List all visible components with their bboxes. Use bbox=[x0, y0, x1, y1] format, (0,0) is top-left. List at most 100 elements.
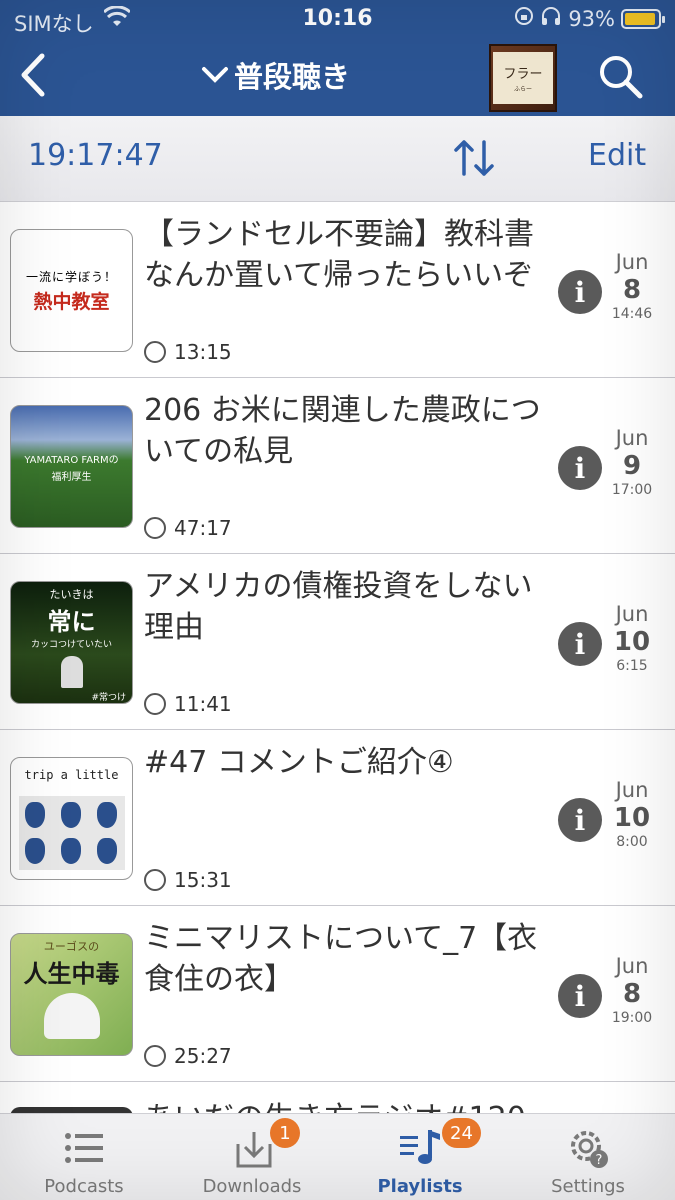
date-time: 8:00 bbox=[616, 834, 648, 850]
duration-text: 47:17 bbox=[174, 516, 232, 540]
date-time: 14:46 bbox=[611, 306, 653, 322]
artwork-line1: たいきは bbox=[49, 588, 94, 601]
episode-date: Jun 9 17:00 bbox=[604, 426, 660, 498]
top-bar: SIMなし 10:16 93% 普段聴き フラー ふらー bbox=[0, 0, 675, 116]
sort-icon bbox=[454, 140, 494, 176]
date-day: 8 bbox=[622, 979, 642, 1009]
episode-title: アメリカの債権投資をしない理由 bbox=[144, 569, 533, 645]
artwork-line1: YAMATARO FARMの bbox=[24, 454, 119, 466]
episode-duration: 47:17 bbox=[144, 516, 232, 540]
episode-list: 一流に学ぼう！ 熱中教室 【ランドセル不要論】教科書なんか置いて帰ったらいいぞ … bbox=[0, 202, 675, 1082]
tab-playlists[interactable]: 24 Playlists bbox=[336, 1114, 504, 1200]
date-month: Jun bbox=[615, 778, 649, 802]
date-day: 10 bbox=[613, 803, 651, 833]
episode-artwork: 一流に学ぼう！ 熱中教室 bbox=[10, 229, 133, 352]
episode-title: #47 コメントご紹介④ bbox=[144, 745, 454, 780]
artwork-pattern bbox=[18, 796, 125, 870]
episode-row[interactable]: trip a little #47 コメントご紹介④ 15:31 i Jun 1… bbox=[0, 730, 675, 906]
episode-date: Jun 8 14:46 bbox=[604, 250, 660, 322]
playlist-icon bbox=[398, 1126, 442, 1170]
date-month: Jun bbox=[615, 426, 649, 450]
sort-button[interactable] bbox=[452, 138, 496, 178]
episode-duration: 13:15 bbox=[144, 340, 232, 364]
svg-text:?: ? bbox=[596, 1153, 603, 1168]
tab-podcasts[interactable]: Podcasts bbox=[0, 1114, 168, 1200]
played-status-icon[interactable] bbox=[144, 693, 166, 715]
played-status-icon[interactable] bbox=[144, 1045, 166, 1067]
episode-title: あいだの生き方ラジオ#120 bbox=[144, 1093, 526, 1113]
info-icon[interactable]: i bbox=[558, 798, 602, 842]
edit-button[interactable]: Edit bbox=[588, 138, 646, 173]
page-title: 普段聴き bbox=[234, 60, 351, 94]
gear-icon: ? bbox=[566, 1126, 610, 1170]
info-icon[interactable]: i bbox=[558, 270, 602, 314]
episode-row[interactable]: 一流に学ぼう！ 熱中教室 【ランドセル不要論】教科書なんか置いて帰ったらいいぞ … bbox=[0, 202, 675, 378]
artwork-title: フラー bbox=[503, 67, 543, 82]
artwork-line1: trip a little bbox=[24, 768, 119, 782]
played-status-icon[interactable] bbox=[144, 517, 166, 539]
info-icon[interactable]: i bbox=[558, 622, 602, 666]
date-day: 8 bbox=[622, 275, 642, 305]
episode-artwork: trip a little bbox=[10, 757, 133, 880]
episode-title: 【ランドセル不要論】教科書なんか置いて帰ったらいいぞ bbox=[144, 217, 534, 293]
episode-duration: 11:41 bbox=[144, 692, 232, 716]
nav-bar: 普段聴き フラー ふらー bbox=[0, 38, 675, 116]
date-time: 6:15 bbox=[616, 658, 648, 674]
search-icon bbox=[600, 56, 643, 99]
date-time: 19:00 bbox=[611, 1010, 653, 1026]
chevron-down-icon bbox=[202, 67, 228, 83]
episode-title: ミニマリストについて_7【衣食住の衣】 bbox=[144, 921, 538, 997]
status-bar: SIMなし 10:16 93% bbox=[0, 0, 675, 38]
episode-duration: 15:31 bbox=[144, 868, 232, 892]
tab-settings[interactable]: ? Settings bbox=[504, 1114, 672, 1200]
artwork-line1: ユーゴスの bbox=[43, 940, 100, 953]
episode-row[interactable]: たいきは 常に カッコつけていたい #常つけ アメリカの債権投資をしない理由 1… bbox=[0, 554, 675, 730]
episode-date: Jun 8 19:00 bbox=[604, 954, 660, 1026]
episode-row[interactable]: ユーゴスの 人生中毒 ミニマリストについて_7【衣食住の衣】 25:27 i J… bbox=[0, 906, 675, 1082]
played-status-icon[interactable] bbox=[144, 869, 166, 891]
tab-label: Downloads bbox=[202, 1176, 302, 1197]
playlist-selector[interactable]: 普段聴き bbox=[200, 54, 350, 96]
episode-date: Jun 10 8:00 bbox=[604, 778, 660, 850]
duration-text: 15:31 bbox=[174, 868, 232, 892]
date-time: 17:00 bbox=[611, 482, 653, 498]
episode-row-partial[interactable]: あいだの生き方ラジオ#120 bbox=[0, 1083, 675, 1113]
duration-text: 11:41 bbox=[174, 692, 232, 716]
tab-bar: Podcasts 1 Downloads 24 Playlists ? Sett… bbox=[0, 1113, 675, 1200]
back-button[interactable] bbox=[14, 50, 54, 100]
now-playing-artwork[interactable]: フラー ふらー bbox=[489, 44, 557, 112]
artwork-line2: 福利厚生 bbox=[51, 471, 92, 483]
episode-artwork: ユーゴスの 人生中毒 bbox=[10, 933, 133, 1056]
artwork-subtitle: ふらー bbox=[513, 86, 532, 93]
artwork-tag: #常つけ bbox=[91, 693, 126, 703]
tab-label: Podcasts bbox=[44, 1176, 124, 1197]
artwork-line3: カッコつけていたい bbox=[30, 640, 112, 650]
episode-row[interactable]: YAMATARO FARMの 福利厚生 206 お米に関連した農政についての私見… bbox=[0, 378, 675, 554]
total-duration: 19:17:47 bbox=[28, 138, 163, 173]
date-day: 10 bbox=[613, 627, 651, 657]
info-icon[interactable]: i bbox=[558, 446, 602, 490]
downloads-badge: 1 bbox=[270, 1118, 300, 1148]
played-status-icon[interactable] bbox=[144, 341, 166, 363]
artwork-line1: 一流に学ぼう！ bbox=[25, 269, 117, 284]
battery-percent: 93% bbox=[568, 6, 615, 31]
episode-artwork: YAMATARO FARMの 福利厚生 bbox=[10, 405, 133, 528]
duration-text: 25:27 bbox=[174, 1044, 232, 1068]
tab-downloads[interactable]: 1 Downloads bbox=[168, 1114, 336, 1200]
headphones-icon bbox=[540, 6, 562, 31]
battery-icon bbox=[621, 8, 665, 29]
search-button[interactable] bbox=[596, 52, 644, 100]
info-icon[interactable]: i bbox=[558, 974, 602, 1018]
episode-duration: 25:27 bbox=[144, 1044, 232, 1068]
status-right: 93% bbox=[514, 6, 665, 31]
episode-date: Jun 10 6:15 bbox=[604, 602, 660, 674]
episode-artwork: たいきは 常に カッコつけていたい #常つけ bbox=[10, 581, 133, 704]
episode-title: 206 お米に関連した農政についての私見 bbox=[144, 393, 541, 469]
person-image bbox=[60, 656, 83, 688]
lock-rotation-icon bbox=[514, 6, 534, 31]
list-icon bbox=[62, 1126, 106, 1170]
artwork-line2: 熱中教室 bbox=[33, 290, 110, 313]
artwork-line2: 人生中毒 bbox=[23, 960, 120, 988]
date-month: Jun bbox=[615, 954, 649, 978]
playlists-badge: 24 bbox=[442, 1118, 481, 1148]
